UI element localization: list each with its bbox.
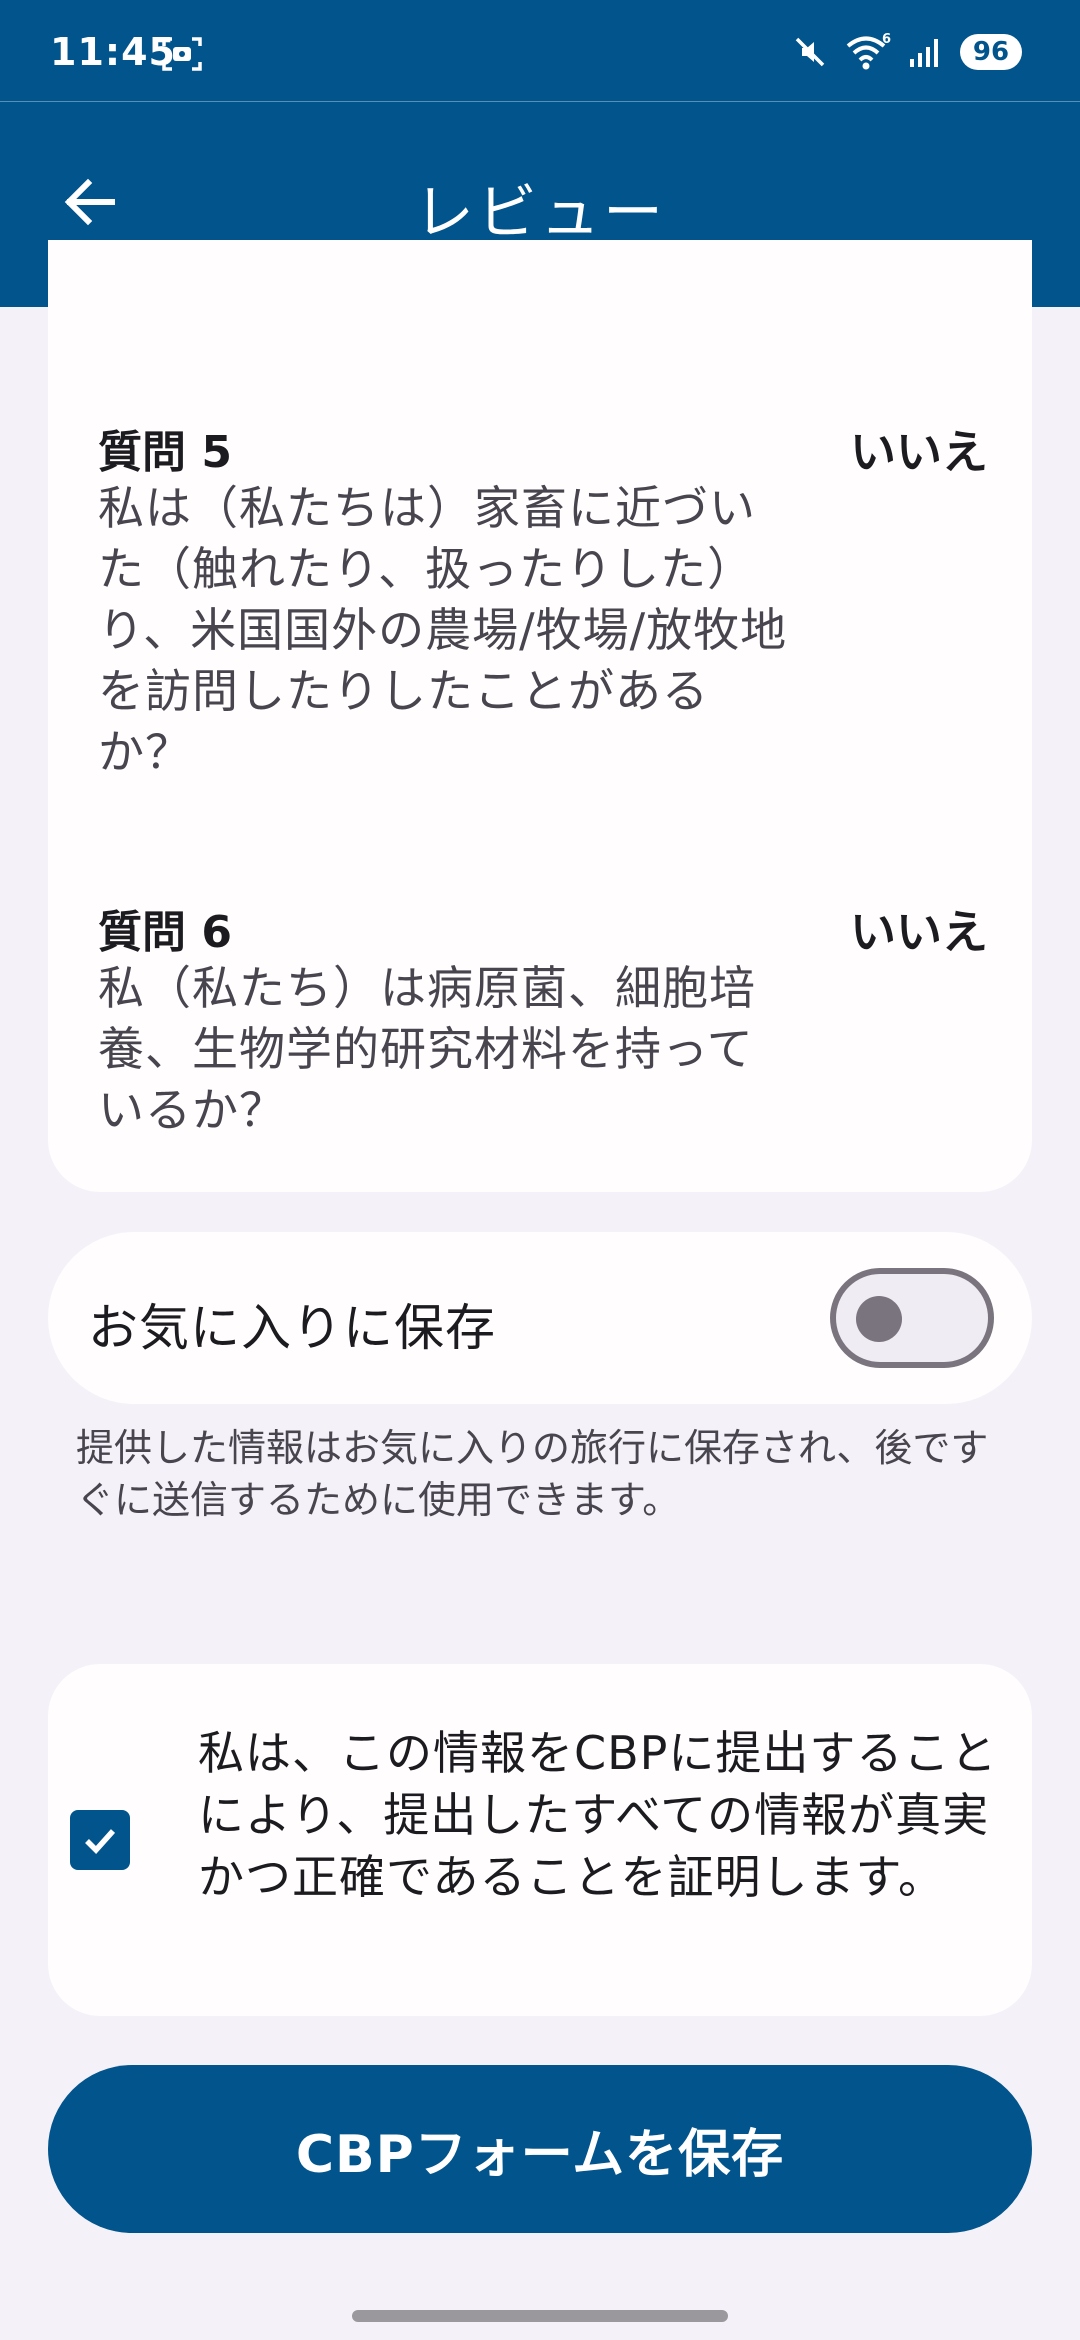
wifi-icon: 6 (846, 33, 891, 70)
save-favorite-label: お気に入りに保存 (88, 1299, 496, 1357)
certify-card: 私は、この情報をCBPに提出することにより、提出したすべての情報が真実かつ正確で… (48, 1664, 1032, 2016)
svg-text:6: 6 (882, 33, 891, 47)
questions-card: 質問 5 いいえ 私は（私たちは）家畜に近づいた（触れたり、扱ったりした）り、米… (48, 240, 1032, 1192)
save-favorite-note: 提供した情報はお気に入りの旅行に保存され、後ですぐに送信するために使用できます。 (76, 1426, 989, 1522)
save-favorite-toggle[interactable] (830, 1268, 994, 1368)
question-text: 私（私たち）は病原菌、細胞培養、生物学的研究材料を持っているか？ (98, 961, 756, 1137)
page-title: レビュー (414, 178, 666, 248)
signal-icon (910, 39, 938, 67)
battery-indicator: 96 (960, 34, 1022, 70)
question-answer: いいえ (850, 905, 988, 959)
toggle-knob (856, 1296, 902, 1342)
question-answer: いいえ (850, 425, 988, 479)
mute-icon (795, 37, 825, 67)
save-cbp-form-button[interactable]: CBPフォームを保存 (48, 2065, 1032, 2233)
status-bar: 11:45 6 96 (0, 0, 1080, 102)
certify-text: 私は、この情報をCBPに提出することにより、提出したすべての情報が真実かつ正確で… (198, 1726, 998, 1904)
save-favorite-row: お気に入りに保存 (48, 1232, 1032, 1404)
status-time: 11:45 (50, 30, 176, 74)
check-icon (85, 1829, 116, 1855)
certify-checkbox[interactable] (70, 1810, 130, 1870)
question-text: 私は（私たちは）家畜に近づいた（触れたり、扱ったりした）り、米国国外の農場/牧場… (98, 481, 788, 779)
question-label: 質問 6 (98, 907, 232, 958)
home-indicator[interactable] (352, 2310, 728, 2322)
screenshot-icon (162, 37, 202, 71)
question-label: 質問 5 (98, 427, 232, 478)
status-icons: 6 96 (792, 30, 1022, 74)
